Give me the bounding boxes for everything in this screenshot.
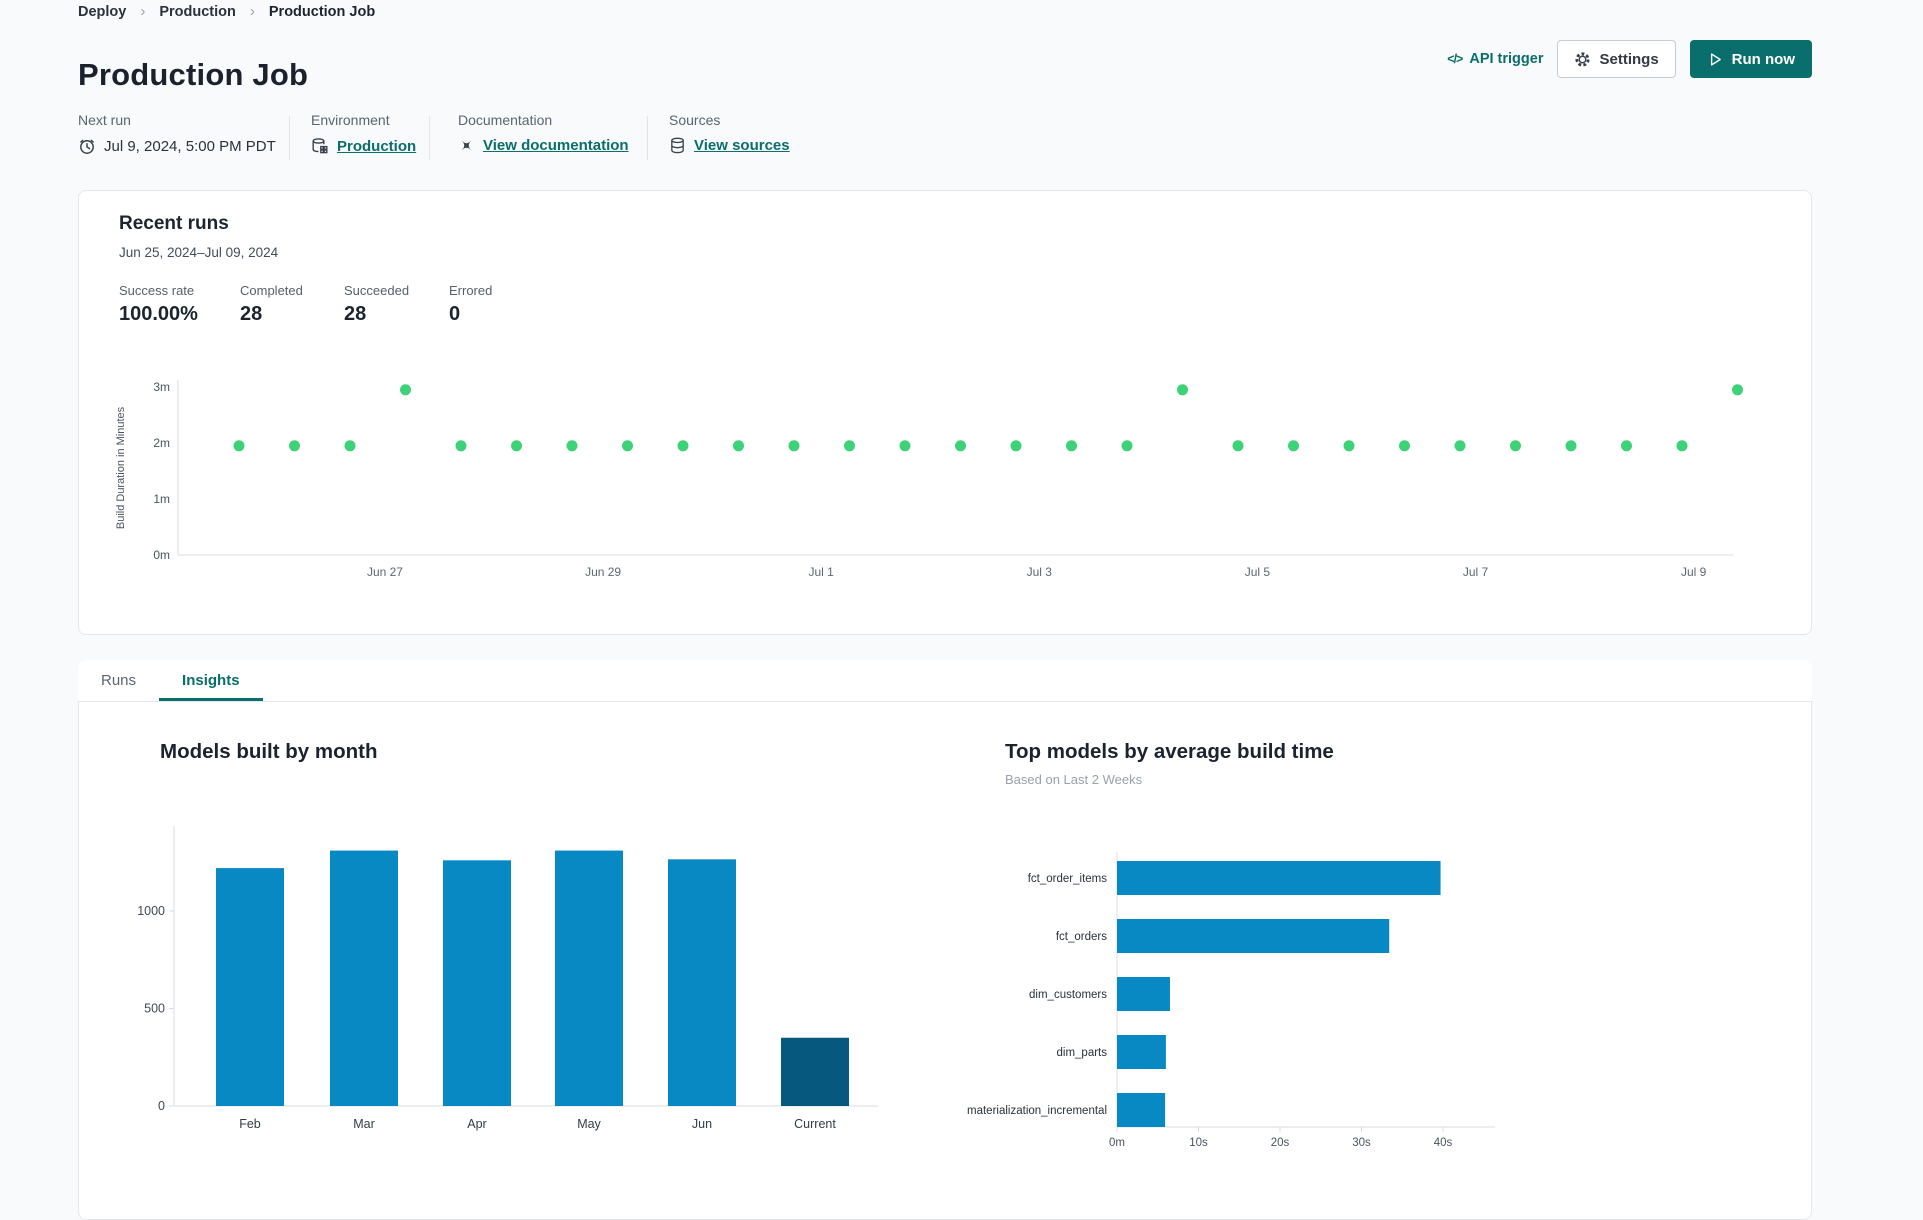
svg-text:0m: 0m <box>1109 1137 1125 1149</box>
next-run-value: Jul 9, 2024, 5:00 PM PDT <box>104 137 276 155</box>
svg-text:0m: 0m <box>153 548 170 562</box>
svg-text:20s: 20s <box>1271 1137 1290 1149</box>
svg-text:Jun 29: Jun 29 <box>585 565 621 579</box>
gear-icon <box>1574 51 1591 68</box>
environment-label: Environment <box>311 112 390 128</box>
run-now-label: Run now <box>1731 50 1795 68</box>
top-models-title: Top models by average build time <box>1005 740 1334 763</box>
documentation-block: Documentation View documentation <box>458 112 629 154</box>
tab-runs[interactable]: Runs <box>78 660 159 701</box>
svg-text:Mar: Mar <box>353 1117 375 1131</box>
environment-icon <box>311 137 329 155</box>
settings-button[interactable]: Settings <box>1557 40 1676 78</box>
breadcrumb-deploy[interactable]: Deploy <box>78 4 126 20</box>
view-sources-link[interactable]: View sources <box>694 137 790 154</box>
api-trigger-label: API trigger <box>1469 51 1544 67</box>
stat-label: Completed <box>240 283 303 298</box>
top-models-chart: 0m 10s 20s 30s 40s fct_order_items fct_ordersd… <box>967 852 1495 1149</box>
svg-text:30s: 30s <box>1352 1137 1371 1149</box>
svg-text:Feb: Feb <box>239 1117 261 1131</box>
svg-text:fct_order_items: fct_order_items <box>1028 873 1108 885</box>
stat-succeeded: Succeeded 28 <box>344 283 409 326</box>
stat-label: Succeeded <box>344 283 410 298</box>
recent-runs-date-range: Jun 25, 2024–Jul 09, 2024 <box>119 245 279 260</box>
svg-text:dim_customers: dim_customers <box>1029 989 1107 1001</box>
svg-text:10s: 10s <box>1189 1137 1208 1149</box>
view-documentation-link[interactable]: View documentation <box>483 137 629 154</box>
play-icon <box>1707 51 1724 68</box>
tab-row: Runs Insights <box>78 660 1812 702</box>
sources-block: Sources View sources <box>669 112 790 154</box>
divider <box>647 116 648 160</box>
svg-text:0: 0 <box>158 1099 165 1113</box>
code-icon: </> <box>1447 52 1463 66</box>
svg-text:40s: 40s <box>1434 1137 1453 1149</box>
svg-text:500: 500 <box>144 1002 165 1016</box>
stat-label: Success rate <box>119 283 195 298</box>
run-now-button[interactable]: Run now <box>1689 40 1812 78</box>
build-duration-chart: 0m 1m 2m 3m Build Duration in Minutes Jun 27 J… <box>115 380 1743 579</box>
svg-text:Jul 1: Jul 1 <box>809 565 835 579</box>
stat-errored: Errored 0 <box>449 283 492 326</box>
svg-text:3m: 3m <box>153 380 170 394</box>
svg-text:May: May <box>577 1117 601 1131</box>
divider <box>429 116 430 160</box>
svg-text:Current: Current <box>794 1117 836 1131</box>
next-run-block: Next run Jul 9, 2024, 5:00 PM PDT <box>78 112 276 155</box>
svg-text:fct_orders: fct_orders <box>1056 931 1107 943</box>
stat-value: 0 <box>449 303 461 325</box>
svg-text:Build Duration in Minutes: Build Duration in Minutes <box>115 406 127 529</box>
tab-insights[interactable]: Insights <box>159 660 263 701</box>
stat-value: 28 <box>344 303 367 325</box>
svg-text:Jun 27: Jun 27 <box>367 565 403 579</box>
svg-text:1000: 1000 <box>137 904 165 918</box>
documentation-label: Documentation <box>458 112 553 128</box>
api-trigger-link[interactable]: </> API trigger <box>1447 51 1543 67</box>
divider <box>289 116 290 160</box>
environment-link[interactable]: Production <box>337 138 416 155</box>
breadcrumb-production[interactable]: Production <box>159 4 236 20</box>
stat-success-rate: Success rate 100.00% <box>119 283 198 326</box>
stat-completed: Completed 28 <box>240 283 303 326</box>
page-title: Production Job <box>78 56 309 92</box>
breadcrumb-production-job: Production Job <box>268 3 376 20</box>
header-actions: </> API trigger Settings Run now <box>1447 40 1812 78</box>
svg-text:Jun: Jun <box>692 1117 712 1131</box>
stat-label: Errored <box>449 283 493 298</box>
svg-text:Jul 3: Jul 3 <box>1027 565 1053 579</box>
settings-label: Settings <box>1599 50 1659 68</box>
models-by-month-chart: 0 500 1000 Feb Mar Apr May Jun Current <box>137 826 878 1131</box>
dbt-docs-icon <box>458 137 475 154</box>
next-run-label: Next run <box>78 112 131 128</box>
stat-value: 28 <box>240 303 263 325</box>
svg-text:dim_parts: dim_parts <box>1057 1047 1108 1059</box>
breadcrumb: Deploy › Production › Production Job <box>78 3 375 20</box>
stat-value: 100.00% <box>119 303 198 325</box>
chevron-right-icon: › <box>140 3 146 20</box>
top-models-subtitle: Based on Last 2 Weeks <box>1005 772 1143 787</box>
alarm-clock-icon <box>78 137 96 155</box>
svg-text:2m: 2m <box>153 436 170 450</box>
svg-text:Apr: Apr <box>467 1117 486 1131</box>
svg-text:Jul 9: Jul 9 <box>1681 565 1707 579</box>
svg-text:Jul 7: Jul 7 <box>1463 565 1489 579</box>
svg-text:materialization_incremental: materialization_incremental <box>967 1105 1107 1117</box>
sources-label: Sources <box>669 112 721 128</box>
svg-text:Jul 5: Jul 5 <box>1245 565 1271 579</box>
svg-text:1m: 1m <box>153 492 170 506</box>
environment-block: Environment Production <box>311 112 416 155</box>
chevron-right-icon: › <box>249 3 255 20</box>
database-icon <box>669 137 686 154</box>
models-by-month-title: Models built by month <box>160 740 378 763</box>
recent-runs-title: Recent runs <box>119 213 229 234</box>
